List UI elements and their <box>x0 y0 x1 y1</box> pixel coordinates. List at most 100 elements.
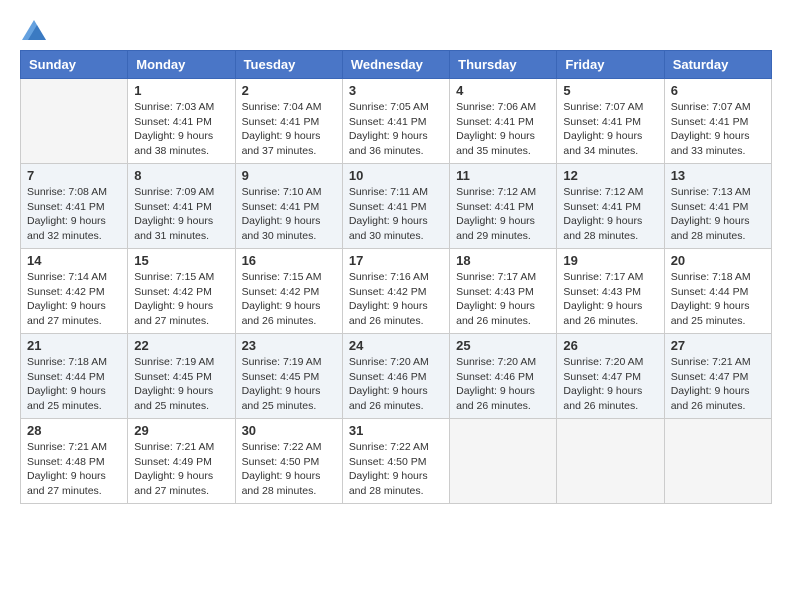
calendar-cell: 19 Sunrise: 7:17 AM Sunset: 4:43 PM Dayli… <box>557 249 664 334</box>
day-number: 21 <box>27 338 121 353</box>
day-number: 25 <box>456 338 550 353</box>
calendar-cell: 7 Sunrise: 7:08 AM Sunset: 4:41 PM Daylig… <box>21 164 128 249</box>
day-info: Sunrise: 7:15 AM Sunset: 4:42 PM Dayligh… <box>134 270 228 329</box>
day-info: Sunrise: 7:20 AM Sunset: 4:46 PM Dayligh… <box>456 355 550 414</box>
day-number: 20 <box>671 253 765 268</box>
calendar-cell: 10Sunrise: 7:11 AM Sunset: 4:41 PM Dayli… <box>342 164 449 249</box>
day-info: Sunrise: 7:07 AM Sunset: 4:41 PM Dayligh… <box>563 100 657 159</box>
day-info: Sunrise: 7:22 AM Sunset: 4:50 PM Dayligh… <box>242 440 336 499</box>
day-info: Sunrise: 7:18 AM Sunset: 4:44 PM Dayligh… <box>671 270 765 329</box>
weekday-header-thursday: Thursday <box>450 51 557 79</box>
logo-icon <box>22 20 46 40</box>
day-number: 28 <box>27 423 121 438</box>
day-info: Sunrise: 7:21 AM Sunset: 4:48 PM Dayligh… <box>27 440 121 499</box>
day-number: 9 <box>242 168 336 183</box>
calendar-cell: 24 Sunrise: 7:20 AM Sunset: 4:46 PM Dayli… <box>342 334 449 419</box>
day-number: 30 <box>242 423 336 438</box>
calendar-cell: 4 Sunrise: 7:06 AM Sunset: 4:41 PM Daylig… <box>450 79 557 164</box>
day-number: 2 <box>242 83 336 98</box>
day-number: 13 <box>671 168 765 183</box>
day-info: Sunrise: 7:09 AM Sunset: 4:41 PM Dayligh… <box>134 185 228 244</box>
calendar-cell: 29 Sunrise: 7:21 AM Sunset: 4:49 PM Dayli… <box>128 419 235 504</box>
calendar-cell: 6Sunrise: 7:07 AM Sunset: 4:41 PM Daylig… <box>664 79 771 164</box>
day-info: Sunrise: 7:12 AM Sunset: 4:41 PM Dayligh… <box>563 185 657 244</box>
calendar-week-2: 7 Sunrise: 7:08 AM Sunset: 4:41 PM Daylig… <box>21 164 772 249</box>
calendar-cell: 16 Sunrise: 7:15 AM Sunset: 4:42 PM Dayli… <box>235 249 342 334</box>
calendar-cell: 11Sunrise: 7:12 AM Sunset: 4:41 PM Dayli… <box>450 164 557 249</box>
calendar-week-3: 14Sunrise: 7:14 AM Sunset: 4:42 PM Dayli… <box>21 249 772 334</box>
calendar-cell <box>557 419 664 504</box>
calendar-cell: 12 Sunrise: 7:12 AM Sunset: 4:41 PM Dayli… <box>557 164 664 249</box>
weekday-header-tuesday: Tuesday <box>235 51 342 79</box>
day-number: 29 <box>134 423 228 438</box>
calendar-cell: 5 Sunrise: 7:07 AM Sunset: 4:41 PM Daylig… <box>557 79 664 164</box>
day-number: 23 <box>242 338 336 353</box>
calendar-cell: 14Sunrise: 7:14 AM Sunset: 4:42 PM Dayli… <box>21 249 128 334</box>
day-info: Sunrise: 7:19 AM Sunset: 4:45 PM Dayligh… <box>134 355 228 414</box>
day-info: Sunrise: 7:05 AM Sunset: 4:41 PM Dayligh… <box>349 100 443 159</box>
day-info: Sunrise: 7:06 AM Sunset: 4:41 PM Dayligh… <box>456 100 550 159</box>
day-number: 10 <box>349 168 443 183</box>
day-info: Sunrise: 7:03 AM Sunset: 4:41 PM Dayligh… <box>134 100 228 159</box>
day-number: 22 <box>134 338 228 353</box>
day-info: Sunrise: 7:17 AM Sunset: 4:43 PM Dayligh… <box>563 270 657 329</box>
calendar-cell: 28 Sunrise: 7:21 AM Sunset: 4:48 PM Dayli… <box>21 419 128 504</box>
calendar-cell <box>21 79 128 164</box>
calendar-week-1: 1 Sunrise: 7:03 AM Sunset: 4:41 PM Daylig… <box>21 79 772 164</box>
calendar-body: 1 Sunrise: 7:03 AM Sunset: 4:41 PM Daylig… <box>21 79 772 504</box>
day-number: 15 <box>134 253 228 268</box>
calendar-cell: 1 Sunrise: 7:03 AM Sunset: 4:41 PM Daylig… <box>128 79 235 164</box>
logo <box>20 20 46 40</box>
day-number: 11 <box>456 168 550 183</box>
calendar-cell: 26Sunrise: 7:20 AM Sunset: 4:47 PM Dayli… <box>557 334 664 419</box>
day-info: Sunrise: 7:15 AM Sunset: 4:42 PM Dayligh… <box>242 270 336 329</box>
day-number: 12 <box>563 168 657 183</box>
weekday-header-monday: Monday <box>128 51 235 79</box>
calendar-cell: 27 Sunrise: 7:21 AM Sunset: 4:47 PM Dayli… <box>664 334 771 419</box>
day-number: 5 <box>563 83 657 98</box>
calendar-week-4: 21 Sunrise: 7:18 AM Sunset: 4:44 PM Dayli… <box>21 334 772 419</box>
day-info: Sunrise: 7:17 AM Sunset: 4:43 PM Dayligh… <box>456 270 550 329</box>
day-info: Sunrise: 7:10 AM Sunset: 4:41 PM Dayligh… <box>242 185 336 244</box>
calendar-cell: 15 Sunrise: 7:15 AM Sunset: 4:42 PM Dayli… <box>128 249 235 334</box>
calendar-table: SundayMondayTuesdayWednesdayThursdayFrid… <box>20 50 772 504</box>
page-header <box>20 20 772 40</box>
day-number: 16 <box>242 253 336 268</box>
calendar-header: SundayMondayTuesdayWednesdayThursdayFrid… <box>21 51 772 79</box>
calendar-cell: 23 Sunrise: 7:19 AM Sunset: 4:45 PM Dayli… <box>235 334 342 419</box>
day-info: Sunrise: 7:14 AM Sunset: 4:42 PM Dayligh… <box>27 270 121 329</box>
day-info: Sunrise: 7:18 AM Sunset: 4:44 PM Dayligh… <box>27 355 121 414</box>
calendar-cell: 22 Sunrise: 7:19 AM Sunset: 4:45 PM Dayli… <box>128 334 235 419</box>
day-number: 19 <box>563 253 657 268</box>
day-info: Sunrise: 7:13 AM Sunset: 4:41 PM Dayligh… <box>671 185 765 244</box>
calendar-week-5: 28 Sunrise: 7:21 AM Sunset: 4:48 PM Dayli… <box>21 419 772 504</box>
calendar-cell <box>450 419 557 504</box>
weekday-header-friday: Friday <box>557 51 664 79</box>
day-number: 18 <box>456 253 550 268</box>
day-info: Sunrise: 7:22 AM Sunset: 4:50 PM Dayligh… <box>349 440 443 499</box>
calendar-cell: 2Sunrise: 7:04 AM Sunset: 4:41 PM Daylig… <box>235 79 342 164</box>
calendar-cell: 17 Sunrise: 7:16 AM Sunset: 4:42 PM Dayli… <box>342 249 449 334</box>
day-info: Sunrise: 7:20 AM Sunset: 4:46 PM Dayligh… <box>349 355 443 414</box>
day-number: 27 <box>671 338 765 353</box>
weekday-header-wednesday: Wednesday <box>342 51 449 79</box>
day-number: 17 <box>349 253 443 268</box>
day-number: 24 <box>349 338 443 353</box>
day-number: 3 <box>349 83 443 98</box>
day-number: 4 <box>456 83 550 98</box>
day-info: Sunrise: 7:21 AM Sunset: 4:47 PM Dayligh… <box>671 355 765 414</box>
calendar-cell: 20 Sunrise: 7:18 AM Sunset: 4:44 PM Dayli… <box>664 249 771 334</box>
day-info: Sunrise: 7:16 AM Sunset: 4:42 PM Dayligh… <box>349 270 443 329</box>
calendar-cell: 31Sunrise: 7:22 AM Sunset: 4:50 PM Dayli… <box>342 419 449 504</box>
day-number: 1 <box>134 83 228 98</box>
calendar-cell: 25 Sunrise: 7:20 AM Sunset: 4:46 PM Dayli… <box>450 334 557 419</box>
day-info: Sunrise: 7:19 AM Sunset: 4:45 PM Dayligh… <box>242 355 336 414</box>
day-number: 7 <box>27 168 121 183</box>
calendar-cell: 3 Sunrise: 7:05 AM Sunset: 4:41 PM Daylig… <box>342 79 449 164</box>
weekday-header-sunday: Sunday <box>21 51 128 79</box>
weekday-header-row: SundayMondayTuesdayWednesdayThursdayFrid… <box>21 51 772 79</box>
day-info: Sunrise: 7:08 AM Sunset: 4:41 PM Dayligh… <box>27 185 121 244</box>
day-info: Sunrise: 7:21 AM Sunset: 4:49 PM Dayligh… <box>134 440 228 499</box>
day-info: Sunrise: 7:07 AM Sunset: 4:41 PM Dayligh… <box>671 100 765 159</box>
calendar-cell: 8Sunrise: 7:09 AM Sunset: 4:41 PM Daylig… <box>128 164 235 249</box>
